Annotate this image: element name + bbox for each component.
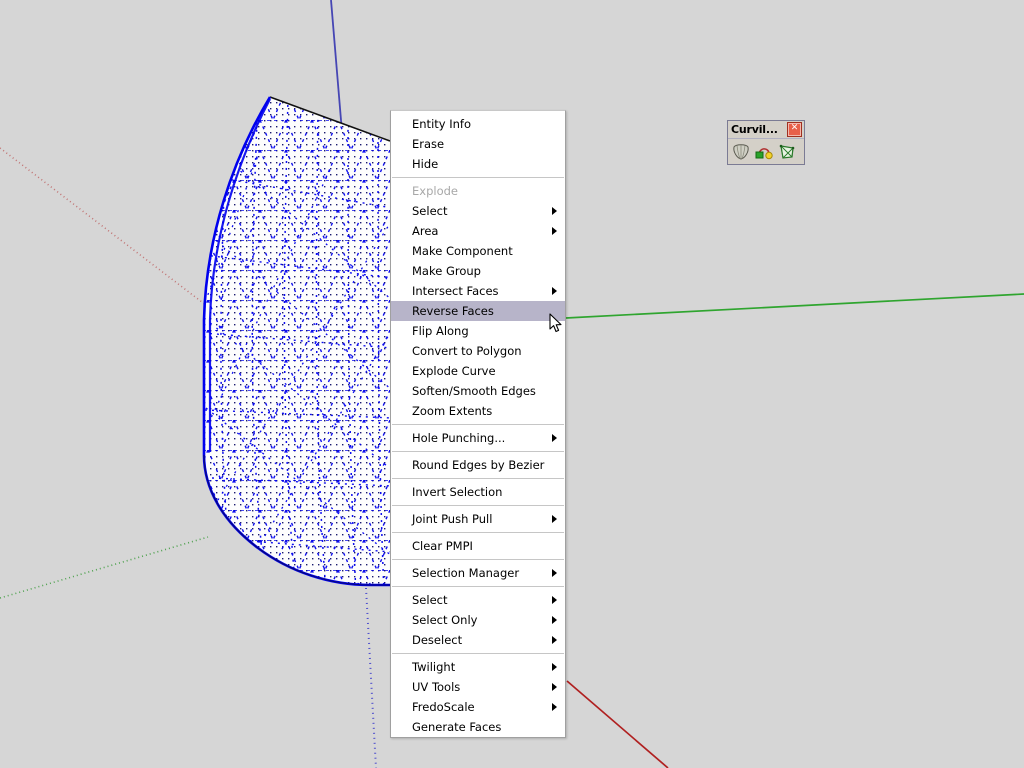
close-icon[interactable]: ✕ — [787, 122, 802, 137]
menu-item-make-group[interactable]: Make Group — [391, 261, 565, 281]
context-menu[interactable]: Entity Info Erase Hide Explode Select Area Mak… — [390, 110, 566, 738]
toolbar-buttons — [728, 138, 804, 164]
curviloft-skin-contours-button[interactable] — [776, 141, 798, 162]
toolbar-title: Curvil... — [731, 123, 778, 136]
menu-item-select[interactable]: Select — [391, 201, 565, 221]
menu-item-round-edges-by-bezier[interactable]: Round Edges by Bezier — [391, 455, 565, 475]
submenu-arrow-icon — [552, 287, 557, 295]
toolbar-titlebar[interactable]: Curvil... ✕ — [728, 121, 804, 138]
skin-icon — [779, 144, 795, 159]
submenu-arrow-icon — [552, 636, 557, 644]
submenu-arrow-icon — [552, 663, 557, 671]
menu-separator — [392, 505, 564, 506]
green-axis-solid — [565, 293, 1024, 319]
menu-separator — [392, 424, 564, 425]
shell-icon — [733, 144, 749, 160]
curviloft-loft-by-spline-button[interactable] — [753, 141, 775, 162]
menu-item-make-component[interactable]: Make Component — [391, 241, 565, 261]
menu-item-intersect-faces[interactable]: Intersect Faces — [391, 281, 565, 301]
menu-item-flip-along[interactable]: Flip Along — [391, 321, 565, 341]
menu-item-area[interactable]: Area — [391, 221, 565, 241]
menu-separator — [392, 451, 564, 452]
curviloft-toolbar[interactable]: Curvil... ✕ — [727, 120, 805, 165]
menu-item-hole-punching[interactable]: Hole Punching... — [391, 428, 565, 448]
submenu-arrow-icon — [552, 569, 557, 577]
sketchup-window: Curvil... ✕ Entity Info Erase Hide Explo… — [0, 0, 1024, 768]
menu-item-uv-tools[interactable]: UV Tools — [391, 677, 565, 697]
submenu-arrow-icon — [552, 683, 557, 691]
menu-separator — [392, 532, 564, 533]
menu-item-entity-info[interactable]: Entity Info — [391, 114, 565, 134]
menu-item-twilight[interactable]: Twilight — [391, 657, 565, 677]
menu-item-zoom-extents[interactable]: Zoom Extents — [391, 401, 565, 421]
menu-item-select-only[interactable]: Select Only — [391, 610, 565, 630]
menu-item-explode-curve[interactable]: Explode Curve — [391, 361, 565, 381]
menu-item-fredoscale[interactable]: FredoScale — [391, 697, 565, 717]
submenu-arrow-icon — [552, 616, 557, 624]
curviloft-loft-along-path-button[interactable] — [730, 141, 752, 162]
path-node-icon — [755, 148, 773, 160]
submenu-arrow-icon — [552, 227, 557, 235]
menu-item-deselect[interactable]: Deselect — [391, 630, 565, 650]
submenu-arrow-icon — [552, 596, 557, 604]
menu-separator — [392, 559, 564, 560]
menu-item-reverse-faces[interactable]: Reverse Faces — [391, 301, 565, 321]
menu-item-joint-push-pull[interactable]: Joint Push Pull — [391, 509, 565, 529]
menu-item-clear-pmpi[interactable]: Clear PMPI — [391, 536, 565, 556]
red-axis-dashed — [0, 147, 233, 326]
submenu-arrow-icon — [552, 703, 557, 711]
menu-item-selection-manager[interactable]: Selection Manager — [391, 563, 565, 583]
green-axis-dashed — [0, 536, 209, 599]
menu-item-invert-selection[interactable]: Invert Selection — [391, 482, 565, 502]
blue-axis-solid — [330, 0, 343, 133]
menu-item-hide[interactable]: Hide — [391, 154, 565, 174]
lofted-surface[interactable] — [200, 90, 400, 592]
submenu-arrow-icon — [552, 515, 557, 523]
submenu-arrow-icon — [552, 434, 557, 442]
menu-item-soften-smooth-edges[interactable]: Soften/Smooth Edges — [391, 381, 565, 401]
menu-separator — [392, 653, 564, 654]
menu-separator — [392, 586, 564, 587]
menu-item-explode: Explode — [412, 184, 458, 198]
blue-axis-dotted — [365, 587, 377, 768]
submenu-arrow-icon — [552, 207, 557, 215]
menu-item-select[interactable]: Select — [391, 590, 565, 610]
menu-separator — [392, 177, 564, 178]
menu-item-generate-faces[interactable]: Generate Faces — [391, 717, 565, 737]
menu-separator — [392, 478, 564, 479]
menu-item-convert-to-polygon[interactable]: Convert to Polygon — [391, 341, 565, 361]
red-axis-solid — [566, 680, 669, 768]
menu-item-erase[interactable]: Erase — [391, 134, 565, 154]
